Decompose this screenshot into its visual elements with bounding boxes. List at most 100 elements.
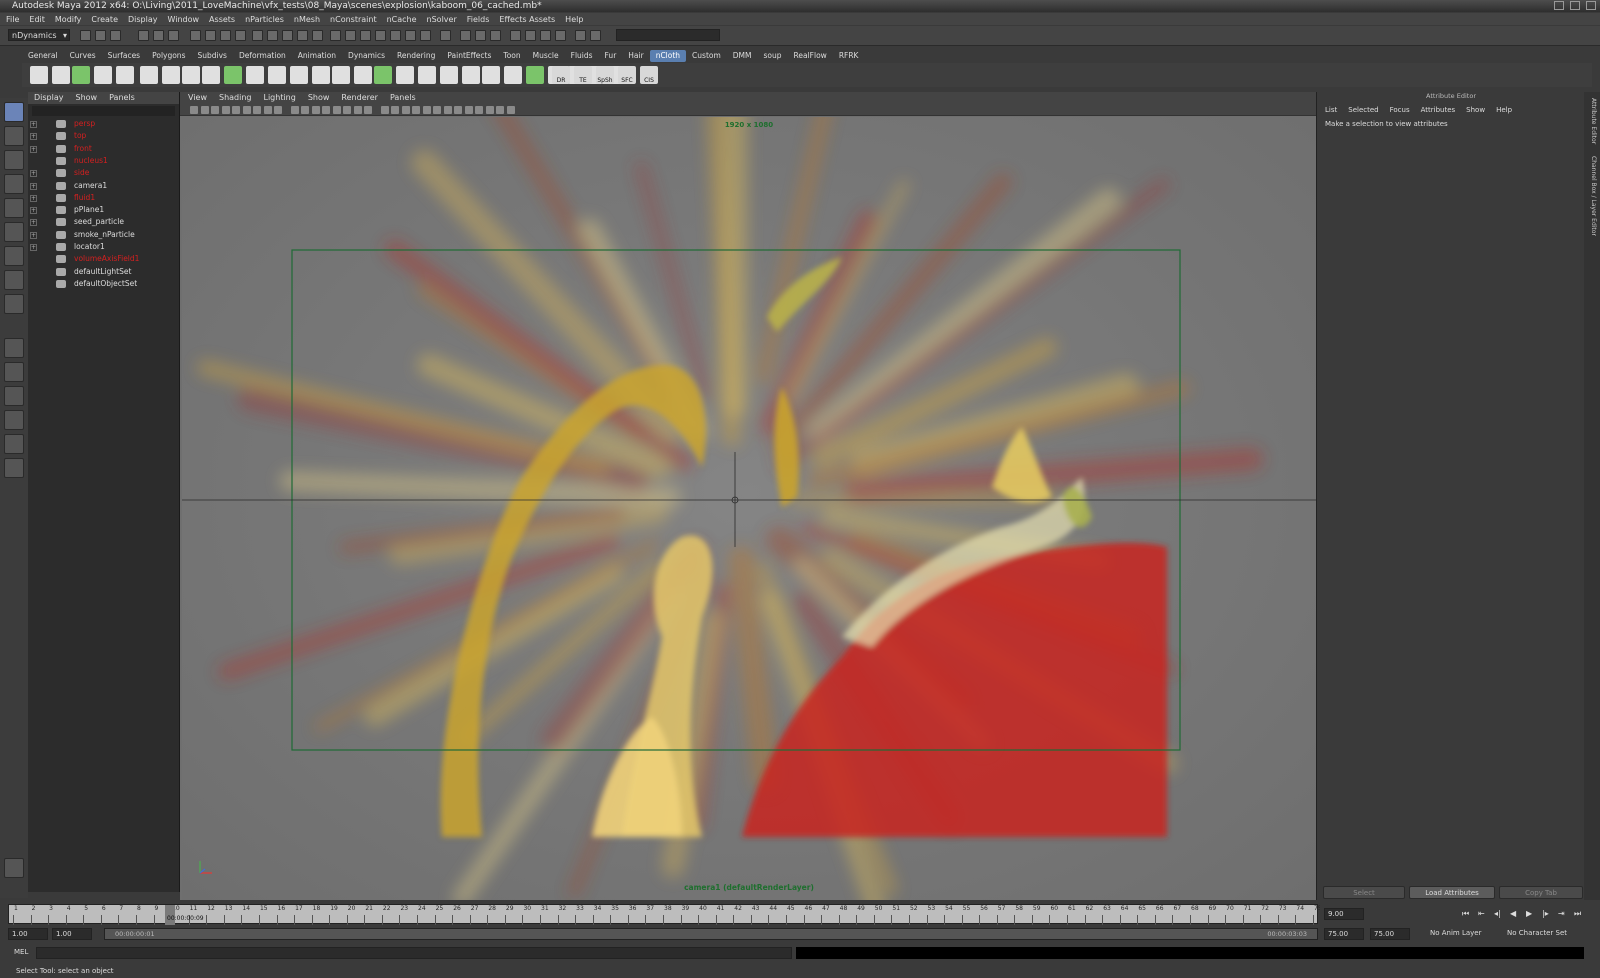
- viewport-tool-icon[interactable]: [274, 106, 282, 114]
- viewport-tool-icon[interactable]: [412, 106, 420, 114]
- ncloth-shelf-icon[interactable]: [418, 66, 436, 84]
- status-tool-icon[interactable]: [267, 30, 278, 41]
- viewport-tool-icon[interactable]: [443, 106, 452, 114]
- ncloth-shelf-icon[interactable]: [504, 66, 522, 84]
- go-to-start-icon[interactable]: ⏮: [1462, 909, 1469, 919]
- status-tool-icon[interactable]: [460, 30, 471, 41]
- outliner-item[interactable]: + locator1: [28, 241, 176, 253]
- select-button[interactable]: Select: [1323, 886, 1405, 899]
- viewport-tool-icon[interactable]: [422, 106, 431, 114]
- last-tool-icon[interactable]: [4, 294, 24, 314]
- status-tool-icon[interactable]: [80, 30, 91, 41]
- tab-custom[interactable]: Custom: [686, 50, 727, 62]
- shelf-icon-cis[interactable]: CIS: [640, 66, 658, 84]
- single-pane-layout-icon[interactable]: [4, 338, 24, 358]
- go-to-end-icon[interactable]: ⏭: [1574, 909, 1581, 919]
- outliner-menu-panels[interactable]: Panels: [109, 92, 135, 104]
- tab-fur[interactable]: Fur: [599, 50, 623, 62]
- status-tool-icon[interactable]: [168, 30, 179, 41]
- outliner-item[interactable]: + side: [28, 167, 176, 179]
- outliner-item[interactable]: + seed_particle: [28, 216, 176, 228]
- quick-input-field[interactable]: [616, 29, 720, 41]
- menu-effects-assets[interactable]: Effects Assets: [499, 15, 555, 24]
- ncloth-shelf-icon[interactable]: [202, 66, 220, 84]
- outliner-item[interactable]: + top: [28, 130, 176, 142]
- ncloth-shelf-icon[interactable]: [140, 66, 158, 84]
- menu-modify[interactable]: Modify: [55, 15, 82, 24]
- status-tool-icon[interactable]: [153, 30, 164, 41]
- expand-icon[interactable]: +: [30, 145, 37, 153]
- viewport-menu-panels[interactable]: Panels: [390, 92, 416, 104]
- viewport-tool-icon[interactable]: [464, 106, 473, 114]
- attr-menu-selected[interactable]: Selected: [1348, 106, 1378, 114]
- outliner-item[interactable]: + fluid1: [28, 192, 176, 204]
- current-frame-field[interactable]: 9.00: [1324, 908, 1364, 920]
- menu-nmesh[interactable]: nMesh: [294, 15, 320, 24]
- attr-menu-focus[interactable]: Focus: [1390, 106, 1410, 114]
- tab-curves[interactable]: Curves: [64, 50, 102, 62]
- ncloth-shelf-icon[interactable]: [354, 66, 372, 84]
- tab-surfaces[interactable]: Surfaces: [102, 50, 146, 62]
- step-forward-key-icon[interactable]: ⇥: [1558, 909, 1565, 918]
- menu-nsolver[interactable]: nSolver: [427, 15, 457, 24]
- viewport-tool-icon[interactable]: [391, 106, 399, 114]
- viewport-menu-lighting[interactable]: Lighting: [263, 92, 295, 104]
- viewport-menu-shading[interactable]: Shading: [219, 92, 252, 104]
- outliner-menu-display[interactable]: Display: [34, 92, 64, 104]
- ncloth-shelf-icon[interactable]: [224, 66, 242, 84]
- ncloth-shelf-icon[interactable]: [116, 66, 134, 84]
- outliner-item[interactable]: + smoke_nParticle: [28, 229, 176, 241]
- outliner-item[interactable]: + pPlane1: [28, 204, 176, 216]
- ncloth-shelf-icon[interactable]: [440, 66, 458, 84]
- viewport-tool-icon[interactable]: [211, 106, 219, 114]
- ncloth-shelf-icon[interactable]: [246, 66, 264, 84]
- play-backwards-icon[interactable]: ◀: [1510, 909, 1516, 918]
- outliner-item[interactable]: + persp: [28, 118, 176, 130]
- viewport-tool-icon[interactable]: [322, 106, 330, 114]
- menu-help[interactable]: Help: [565, 15, 583, 24]
- viewport-tool-icon[interactable]: [380, 106, 389, 114]
- status-tool-icon[interactable]: [345, 30, 356, 41]
- ncloth-shelf-icon[interactable]: [268, 66, 286, 84]
- status-tool-icon[interactable]: [312, 30, 323, 41]
- outliner-item[interactable]: volumeAxisField1: [28, 253, 176, 265]
- four-pane-layout-icon[interactable]: [4, 362, 24, 382]
- menu-ncache[interactable]: nCache: [387, 15, 417, 24]
- outliner-item[interactable]: + camera1: [28, 180, 176, 192]
- ncloth-shelf-icon[interactable]: [462, 66, 480, 84]
- two-pane-layout-icon[interactable]: [4, 458, 24, 478]
- graph-persp-layout-icon[interactable]: [4, 410, 24, 430]
- tab-polygons[interactable]: Polygons: [146, 50, 191, 62]
- menu-create[interactable]: Create: [91, 15, 118, 24]
- menu-window[interactable]: Window: [168, 15, 200, 24]
- status-tool-icon[interactable]: [95, 30, 106, 41]
- end-time-field[interactable]: 75.00: [1370, 928, 1410, 940]
- attr-menu-attributes[interactable]: Attributes: [1421, 106, 1456, 114]
- maximize-icon[interactable]: [1570, 1, 1580, 10]
- viewport-tool-icon[interactable]: [221, 106, 230, 114]
- move-tool-icon[interactable]: [4, 174, 24, 194]
- tab-dynamics[interactable]: Dynamics: [342, 50, 391, 62]
- expand-icon[interactable]: +: [30, 170, 37, 178]
- ncloth-shelf-icon[interactable]: [526, 66, 544, 84]
- tab-hair[interactable]: Hair: [622, 50, 649, 62]
- status-tool-icon[interactable]: [252, 30, 263, 41]
- tab-attribute-editor[interactable]: Attribute Editor: [1587, 98, 1597, 144]
- ncloth-shelf-icon[interactable]: [482, 66, 500, 84]
- manipulator-tool-icon[interactable]: [4, 246, 24, 266]
- tab-toon[interactable]: Toon: [497, 50, 526, 62]
- expand-icon[interactable]: +: [30, 182, 37, 190]
- outliner-persp-layout-icon[interactable]: [4, 386, 24, 406]
- viewport-tool-icon[interactable]: [475, 106, 483, 114]
- menu-display[interactable]: Display: [128, 15, 158, 24]
- viewport-tool-icon[interactable]: [232, 106, 240, 114]
- viewport-canvas[interactable]: 1920 x 1080 camera1 (defaultRenderLayer): [182, 117, 1316, 900]
- viewport-tool-icon[interactable]: [506, 106, 515, 114]
- status-tool-icon[interactable]: [420, 30, 431, 41]
- menu-nparticles[interactable]: nParticles: [245, 15, 284, 24]
- ncloth-shelf-icon[interactable]: [52, 66, 70, 84]
- character-set-label[interactable]: No Character Set: [1507, 929, 1567, 937]
- viewport-menu-renderer[interactable]: Renderer: [341, 92, 378, 104]
- viewport-tool-icon[interactable]: [496, 106, 504, 114]
- status-tool-icon[interactable]: [375, 30, 386, 41]
